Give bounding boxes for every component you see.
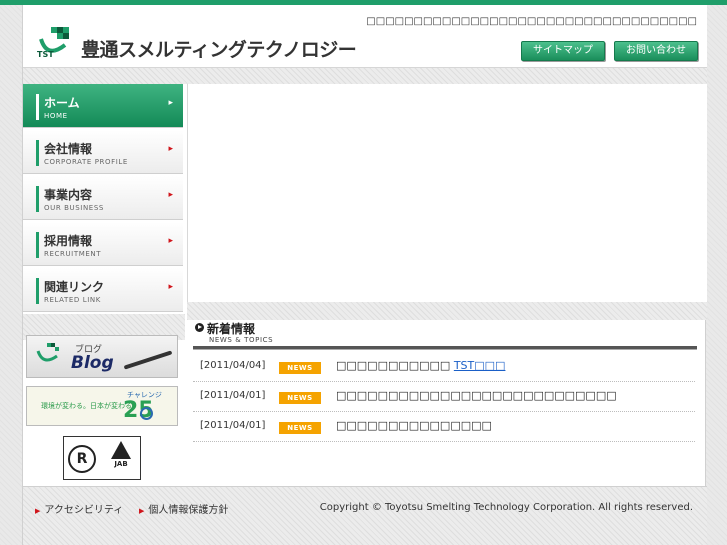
jab-triangle bbox=[111, 441, 131, 459]
main-visual-area bbox=[187, 84, 707, 302]
nav-item-label: 事業内容 bbox=[44, 188, 93, 202]
site-header: TST 豊通スメルティングテクノロジー □□□□□□□□□□□□□□□□□□□□… bbox=[23, 5, 707, 84]
news-badge: NEWS bbox=[279, 422, 321, 434]
nav-item-label: 採用情報 bbox=[44, 234, 93, 248]
tst-logo-icon bbox=[36, 343, 59, 362]
news-badge: NEWS bbox=[279, 392, 321, 404]
nav-item-corporate-profile[interactable]: 会社情報 CORPORATE PROFILE ▸ bbox=[23, 130, 183, 174]
blog-banner[interactable]: ブログ Blog bbox=[26, 335, 178, 378]
news-title-text: □□□□□□□□□□□ bbox=[336, 359, 451, 372]
nav-item-marker bbox=[36, 232, 39, 258]
company-name[interactable]: 豊通スメルティングテクノロジー bbox=[81, 35, 357, 62]
news-title[interactable]: □□□□□□□□□□□□□□□ bbox=[336, 419, 492, 432]
site-footer: ▶ アクセシビリティ ▶ 個人情報保護方針 Copyright © Toyotsu … bbox=[23, 486, 707, 545]
nav-item-sublabel: HOME bbox=[44, 112, 68, 120]
chevron-right-icon: ▸ bbox=[168, 190, 173, 200]
logo-abbr: TST bbox=[37, 50, 54, 59]
jab-label: JAB bbox=[114, 460, 128, 468]
contact-button[interactable]: お問い合わせ bbox=[614, 41, 698, 61]
nav-item-our-business[interactable]: 事業内容 OUR BUSINESS ▸ bbox=[23, 176, 183, 220]
registered-mark-icon: R bbox=[68, 445, 96, 473]
news-title[interactable]: □□□□□□□□□□□ TST□□□ bbox=[336, 359, 505, 372]
nav-item-marker bbox=[36, 278, 39, 304]
nav-item-sublabel: OUR BUSINESS bbox=[44, 204, 104, 212]
nav-item-sublabel: CORPORATE PROFILE bbox=[44, 158, 128, 166]
news-row: [2011/04/01] NEWS □□□□□□□□□□□□□□□□□□□□□□… bbox=[193, 382, 695, 412]
news-heading-rule bbox=[193, 346, 697, 350]
chevron-right-icon: ▸ bbox=[168, 144, 173, 154]
news-date: [2011/04/04] bbox=[200, 360, 266, 371]
jab-mark-icon: JAB bbox=[106, 441, 136, 477]
challenge-25-banner[interactable]: 環境が変わる。日本が変わる。 チャレンジ 25 bbox=[26, 386, 178, 426]
nav-item-recruitment[interactable]: 採用情報 RECRUITMENT ▸ bbox=[23, 222, 183, 266]
news-row: [2011/04/04] NEWS □□□□□□□□□□□ TST□□□ bbox=[193, 352, 695, 382]
privacy-policy-link-label: 個人情報保護方針 bbox=[148, 505, 229, 516]
nav-item-sublabel: RECRUITMENT bbox=[44, 250, 102, 258]
news-row: [2011/04/01] NEWS □□□□□□□□□□□□□□□ bbox=[193, 412, 695, 442]
sidebar-nav: ホーム HOME ▸ 会社情報 CORPORATE PROFILE ▸ 事業内容… bbox=[23, 84, 185, 480]
sitemap-button[interactable]: サイトマップ bbox=[521, 41, 605, 61]
chevron-right-icon: ▸ bbox=[168, 236, 173, 246]
nav-item-label: ホーム bbox=[44, 96, 80, 110]
chevron-right-icon: ▸ bbox=[168, 98, 173, 108]
news-date: [2011/04/01] bbox=[200, 420, 266, 431]
nav-item-related-link[interactable]: 関連リンク RELATED LINK ▸ bbox=[23, 268, 183, 312]
triangle-right-icon: ▶ bbox=[35, 507, 41, 515]
tst-logo-icon[interactable]: TST bbox=[35, 25, 73, 63]
news-heading-en: NEWS & TOPICS bbox=[209, 336, 274, 344]
triangle-right-icon: ▶ bbox=[139, 507, 145, 515]
news-title[interactable]: □□□□□□□□□□□□□□□□□□□□□□□□□□□ bbox=[336, 389, 617, 402]
news-date: [2011/04/01] bbox=[200, 390, 266, 401]
blog-banner-en-label: Blog bbox=[71, 353, 114, 373]
page-frame: TST 豊通スメルティングテクノロジー □□□□□□□□□□□□□□□□□□□□… bbox=[22, 5, 707, 545]
privacy-policy-link[interactable]: ▶ 個人情報保護方針 bbox=[139, 501, 228, 516]
header-tagline: □□□□□□□□□□□□□□□□□□□□□□□□□□□□□□□□□□□ bbox=[366, 16, 697, 27]
news-title-link[interactable]: TST□□□ bbox=[454, 359, 506, 372]
nav-item-label: 関連リンク bbox=[44, 280, 105, 294]
certification-marks: R JAB bbox=[63, 436, 141, 480]
nav-item-marker bbox=[36, 94, 39, 120]
play-bullet-icon bbox=[195, 323, 204, 332]
header-separator bbox=[23, 67, 707, 84]
chevron-right-icon: ▸ bbox=[168, 282, 173, 292]
news-badge: NEWS bbox=[279, 362, 321, 374]
nav-item-home[interactable]: ホーム HOME ▸ bbox=[23, 84, 183, 128]
accessibility-link-label: アクセシビリティ bbox=[44, 505, 124, 516]
main-spacer bbox=[187, 302, 707, 320]
pen-icon bbox=[123, 350, 173, 370]
globe-icon bbox=[140, 407, 153, 420]
copyright-text: Copyright © Toyotsu Smelting Technology … bbox=[319, 502, 693, 513]
accessibility-link[interactable]: ▶ アクセシビリティ bbox=[35, 501, 123, 516]
nav-item-marker bbox=[36, 186, 39, 212]
nav-item-marker bbox=[36, 140, 39, 166]
nav-item-sublabel: RELATED LINK bbox=[44, 296, 101, 304]
news-heading-jp: 新着情報 bbox=[207, 322, 256, 336]
nav-item-label: 会社情報 bbox=[44, 142, 93, 156]
